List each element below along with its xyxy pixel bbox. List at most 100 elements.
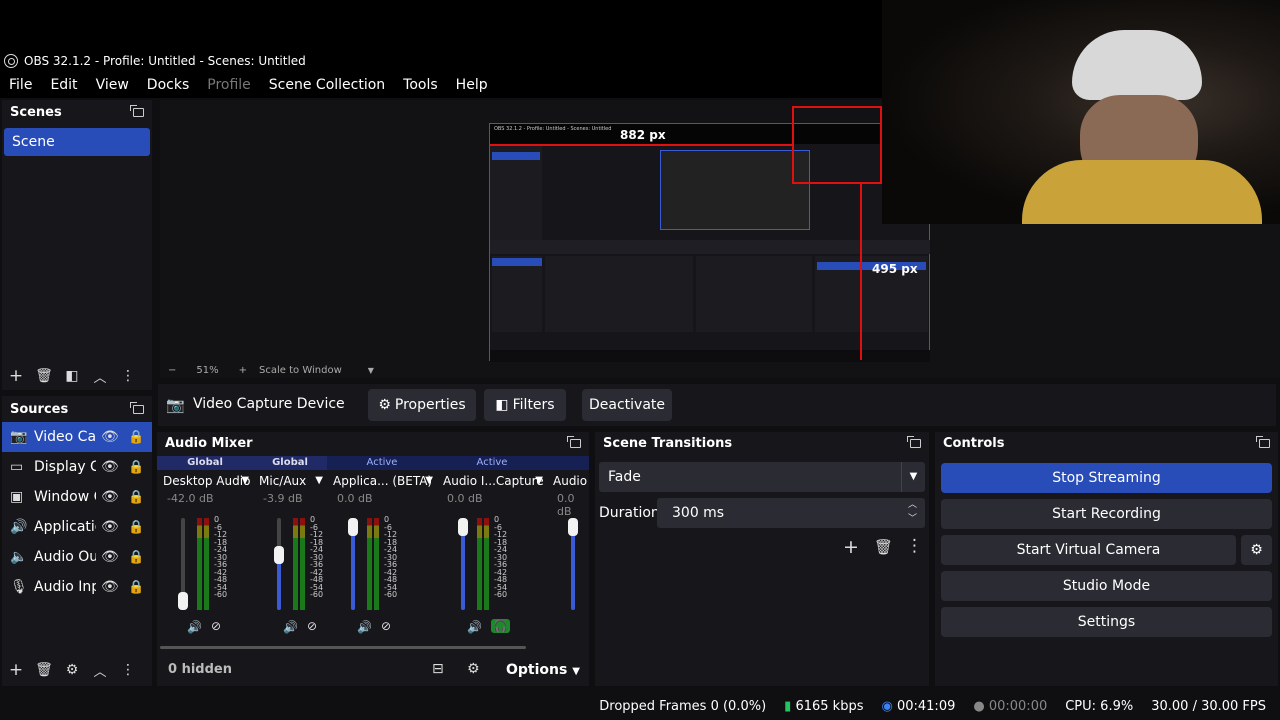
channel-name[interactable]: Audio ... [547, 470, 589, 492]
eye-icon[interactable]: 👁 [101, 549, 119, 565]
source-item[interactable]: 🔊Applicatio👁🔒 [2, 512, 152, 542]
undock-icon[interactable] [567, 435, 581, 448]
mute-icon[interactable]: 🔊 [283, 620, 298, 634]
trash-icon[interactable]: 🗑 [33, 662, 55, 678]
lock-icon[interactable]: 🔒 [128, 580, 144, 595]
scale-mode[interactable]: Scale to Window [259, 365, 342, 376]
start-recording-button[interactable]: Start Recording [941, 499, 1272, 529]
monitor-icon[interactable]: ⊘ [211, 619, 221, 633]
add-icon[interactable]: + [5, 366, 27, 386]
undock-icon[interactable] [130, 401, 144, 414]
volume-fader-knob[interactable] [178, 592, 188, 610]
nested-transitions [696, 256, 812, 332]
stream-time-status: ◉ 00:41:09 [881, 698, 956, 714]
channel-name[interactable]: Mic/Aux ▼ [253, 470, 327, 492]
chevron-down-icon[interactable]: ▼ [315, 470, 323, 492]
eye-icon[interactable]: 👁 [101, 429, 119, 445]
transition-select[interactable]: Fade ▼ [599, 462, 925, 492]
menu-file[interactable]: File [0, 77, 41, 93]
undock-icon[interactable] [1256, 435, 1270, 448]
source-item[interactable]: 🎙 Audio Inp 👁 🔒 [2, 572, 152, 602]
undock-icon[interactable] [907, 435, 921, 448]
mixer-scrollbar[interactable] [160, 646, 526, 649]
source-item[interactable]: ▣Window C👁🔒 [2, 482, 152, 512]
stop-streaming-button[interactable]: Stop Streaming [941, 463, 1272, 493]
monitor-icon[interactable]: ⊘ [381, 619, 391, 633]
lock-icon[interactable]: 🔒 [128, 460, 144, 475]
scene-transitions-title: Scene Transitions [603, 435, 733, 451]
lock-icon[interactable]: 🔒 [128, 490, 144, 505]
menu-edit[interactable]: Edit [41, 77, 86, 93]
options-button[interactable]: Options ▼ [506, 662, 580, 678]
mute-icon[interactable]: 🔊 [467, 620, 482, 634]
mute-icon[interactable]: 🔊 [187, 620, 202, 634]
undock-icon[interactable] [130, 104, 144, 117]
deactivate-button[interactable]: Deactivate [582, 389, 672, 421]
monitor-icon[interactable]: 🎧 [491, 619, 510, 633]
properties-button[interactable]: ⚙ Properties [368, 389, 476, 421]
lock-icon[interactable]: 🔒 [128, 550, 144, 565]
lock-icon[interactable]: 🔒 [128, 430, 144, 445]
scene-item[interactable]: Scene [4, 128, 150, 156]
more-icon[interactable]: ⋮ [117, 662, 139, 678]
channel-name[interactable]: Desktop Audio ▼ [157, 470, 253, 492]
mute-icon[interactable]: 🔊 [357, 620, 372, 634]
chevron-up-icon[interactable]: ︿ [89, 661, 111, 680]
add-transition-icon[interactable]: + [843, 536, 859, 558]
menu-docks[interactable]: Docks [138, 77, 198, 93]
spin-arrows-icon[interactable]: ︿ ﹀ [908, 498, 917, 526]
zoom-out-button[interactable]: − [168, 365, 176, 376]
settings-button[interactable]: Settings [941, 607, 1272, 637]
channel-name[interactable]: Applica... (BETA) ▼ [327, 470, 437, 492]
zoom-bar: − 51% + Scale to Window ▼ [160, 362, 1280, 378]
zoom-in-button[interactable]: + [239, 365, 247, 376]
advanced-settings-icon[interactable]: ⚙ [467, 661, 480, 677]
studio-mode-button[interactable]: Studio Mode [941, 571, 1272, 601]
chevron-down-icon[interactable]: ▼ [368, 366, 374, 375]
filters-button[interactable]: ◧ Filters [484, 389, 566, 421]
meter-tick: -60 [214, 590, 228, 599]
volume-fader-knob[interactable] [348, 518, 358, 536]
layout-icon[interactable]: ⊟ [432, 661, 444, 677]
chevron-down-icon[interactable]: ▼ [535, 470, 543, 492]
menu-tools[interactable]: Tools [394, 77, 447, 93]
eye-icon[interactable]: 👁 [101, 489, 119, 505]
eye-icon[interactable]: 👁 [101, 579, 119, 595]
source-item[interactable]: 🔈Audio Out👁🔒 [2, 542, 152, 572]
source-item[interactable]: 📷Video Cap👁🔒 [2, 422, 152, 452]
lock-icon[interactable]: 🔒 [128, 520, 144, 535]
chevron-down-icon[interactable]: ▼ [241, 470, 249, 492]
menu-view[interactable]: View [87, 77, 138, 93]
more-icon[interactable]: ⋮ [906, 536, 923, 556]
meter-scale: 0 -6 -12 -18 -24 -30 -36 -42 -48 -54 -60 [384, 516, 397, 599]
volume-fader-knob[interactable] [568, 518, 578, 536]
virtual-camera-settings-button[interactable]: ⚙ [1241, 535, 1272, 565]
add-icon[interactable]: + [5, 660, 27, 680]
mixer-channel: Global Desktop Audio ▼ -42.0 dB 0 -6 -12 -18 -24… [157, 456, 253, 646]
volume-fader-knob[interactable] [458, 518, 468, 536]
fps-status: 30.00 / 30.00 FPS [1151, 698, 1266, 714]
camera-icon: 📷 [10, 429, 28, 445]
menu-profile[interactable]: Profile [198, 77, 260, 93]
start-virtual-camera-button[interactable]: Start Virtual Camera [941, 535, 1236, 565]
gear-icon[interactable]: ⚙ [61, 662, 83, 678]
channel-name[interactable]: Audio I...Capture ▼ [437, 470, 547, 492]
chevron-down-icon[interactable]: ▼ [425, 470, 433, 492]
more-icon[interactable]: ⋮ [117, 368, 139, 384]
source-item[interactable]: ▭ Display C 👁 🔒 [2, 452, 152, 482]
selection-box[interactable] [792, 106, 882, 184]
mixer-channel: Active Audio I...Capture ▼ 0.0 dB 0 -6 -12 -18-… [437, 456, 547, 646]
monitor-icon: ▭ [10, 459, 24, 475]
monitor-icon[interactable]: ⊘ [307, 619, 317, 633]
menu-help[interactable]: Help [447, 77, 497, 93]
filter-icon[interactable]: ◧ [61, 368, 83, 384]
level-meter [293, 518, 298, 610]
trash-icon[interactable]: 🗑 [33, 368, 55, 384]
chevron-up-icon[interactable]: ︿ [89, 367, 111, 386]
menu-scene-collection[interactable]: Scene Collection [260, 77, 394, 93]
trash-icon[interactable]: 🗑 [874, 538, 893, 556]
eye-icon[interactable]: 👁 [101, 459, 119, 475]
duration-input[interactable]: 300 ms ︿ ﹀ [657, 498, 925, 528]
eye-icon[interactable]: 👁 [101, 519, 119, 535]
volume-fader-knob[interactable] [274, 546, 284, 564]
